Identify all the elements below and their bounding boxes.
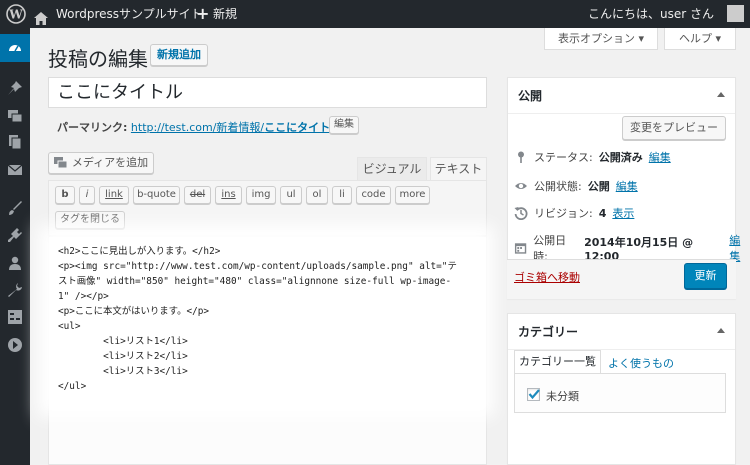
collapse-menu-icon[interactable] (0, 331, 30, 359)
status-value: 公開済み (598, 151, 643, 164)
move-to-trash-link[interactable]: ゴミ箱へ移動 (514, 269, 580, 285)
settings-icon[interactable] (0, 303, 30, 331)
appearance-icon[interactable] (0, 194, 30, 222)
page-title: 投稿の編集 (48, 47, 148, 71)
quicktag-bquote-button[interactable]: b-quote (133, 186, 180, 204)
quicktag-italic-button[interactable]: i (79, 186, 95, 204)
permalink-row: パーマリンク: http://test.com/新着情報/ここにタイトル/ (57, 119, 345, 135)
visibility-label: 公開状態: (534, 180, 582, 193)
svg-text:W: W (8, 8, 23, 22)
quicktag-ins-button[interactable]: ins (215, 186, 242, 204)
wordpress-logo-icon[interactable]: W (6, 4, 26, 24)
comments-icon[interactable] (0, 156, 30, 184)
tools-icon[interactable] (0, 276, 30, 304)
revisions-icon (514, 207, 528, 220)
quicktag-del-button[interactable]: del (184, 186, 211, 204)
media-icon (53, 157, 68, 169)
quicktag-li-button[interactable]: li (332, 186, 352, 204)
visibility-row: 公開状態: 公開 編集 (514, 178, 638, 194)
edit-permalink-button[interactable]: 編集 (329, 116, 359, 134)
category-label: 未分類 (546, 390, 579, 403)
calendar-icon (514, 243, 527, 254)
add-media-button[interactable]: メディアを追加 (48, 152, 154, 174)
category-checkbox[interactable] (527, 388, 540, 401)
quicktag-ol-button[interactable]: ol (306, 186, 328, 204)
pin-icon[interactable] (0, 74, 30, 102)
screen-options-button[interactable]: 表示オプション ▾ (544, 28, 658, 50)
quicktag-ul-button[interactable]: ul (280, 186, 302, 204)
collapse-arrow-icon[interactable] (717, 92, 725, 97)
status-label: ステータス: (534, 151, 593, 164)
howdy-user-link[interactable]: こんにちは、user さん (588, 0, 714, 28)
category-box-title: カテゴリー (508, 314, 735, 350)
media-icon[interactable] (0, 101, 30, 129)
tab-text[interactable]: テキスト (430, 157, 487, 180)
revisions-row: リビジョン: 4 表示 (514, 205, 634, 221)
revisions-label: リビジョン: (534, 207, 593, 220)
tab-visual[interactable]: ビジュアル (357, 157, 427, 180)
add-media-label: メディアを追加 (71, 156, 149, 169)
edit-status-link[interactable]: 編集 (649, 149, 671, 165)
site-name-link[interactable]: Wordpressサンプルサイト (56, 0, 203, 28)
new-content-link[interactable]: 新規 (213, 0, 237, 28)
dashboard-icon[interactable] (0, 34, 30, 62)
visibility-value: 公開 (587, 180, 610, 193)
publish-box-title: 公開 (508, 78, 735, 114)
edit-visibility-link[interactable]: 編集 (616, 178, 638, 194)
update-button[interactable]: 更新 (684, 263, 727, 289)
preview-changes-button[interactable]: 変更をプレビュー (622, 116, 726, 140)
plus-icon[interactable]: + (196, 0, 209, 28)
quicktag-img-button[interactable]: img (246, 186, 276, 204)
post-title-input[interactable]: ここにタイトル (48, 77, 487, 108)
permalink-label: パーマリンク: (57, 121, 128, 134)
plugins-icon[interactable] (0, 221, 30, 249)
help-button[interactable]: ヘルプ ▾ (664, 28, 736, 50)
quicktag-more-button[interactable]: more (395, 186, 430, 204)
add-new-button[interactable]: 新規追加 (150, 44, 208, 66)
pin-icon (518, 151, 524, 163)
pages-icon[interactable] (0, 128, 30, 156)
tab-popular-categories[interactable]: よく使うもの (608, 355, 674, 371)
checkmark-icon (528, 389, 540, 400)
status-row: ステータス: 公開済み 編集 (514, 149, 671, 165)
view-revisions-link[interactable]: 表示 (612, 205, 634, 221)
admin-bar: W Wordpressサンプルサイト + 新規 こんにちは、user さん (0, 0, 750, 28)
quicktag-close-tags-button[interactable]: タグを閉じる (55, 211, 125, 229)
home-icon[interactable] (34, 7, 48, 25)
permalink-url-link[interactable]: http://test.com/新着情報/ (131, 121, 264, 134)
tab-all-categories[interactable]: カテゴリー一覧 (514, 350, 601, 374)
quicktag-link-button[interactable]: link (99, 186, 129, 204)
content-textarea[interactable]: <h2>ここに見出しが入ります。</h2> <p><img src="http:… (50, 237, 482, 405)
eye-icon (515, 183, 527, 189)
admin-sidebar-menu (0, 28, 30, 465)
avatar[interactable] (727, 5, 744, 22)
quicktag-bold-button[interactable]: b (55, 186, 75, 204)
users-icon[interactable] (0, 249, 30, 277)
quicktag-code-button[interactable]: code (356, 186, 391, 204)
collapse-arrow-icon[interactable] (717, 328, 725, 333)
revisions-value: 4 (598, 206, 607, 220)
